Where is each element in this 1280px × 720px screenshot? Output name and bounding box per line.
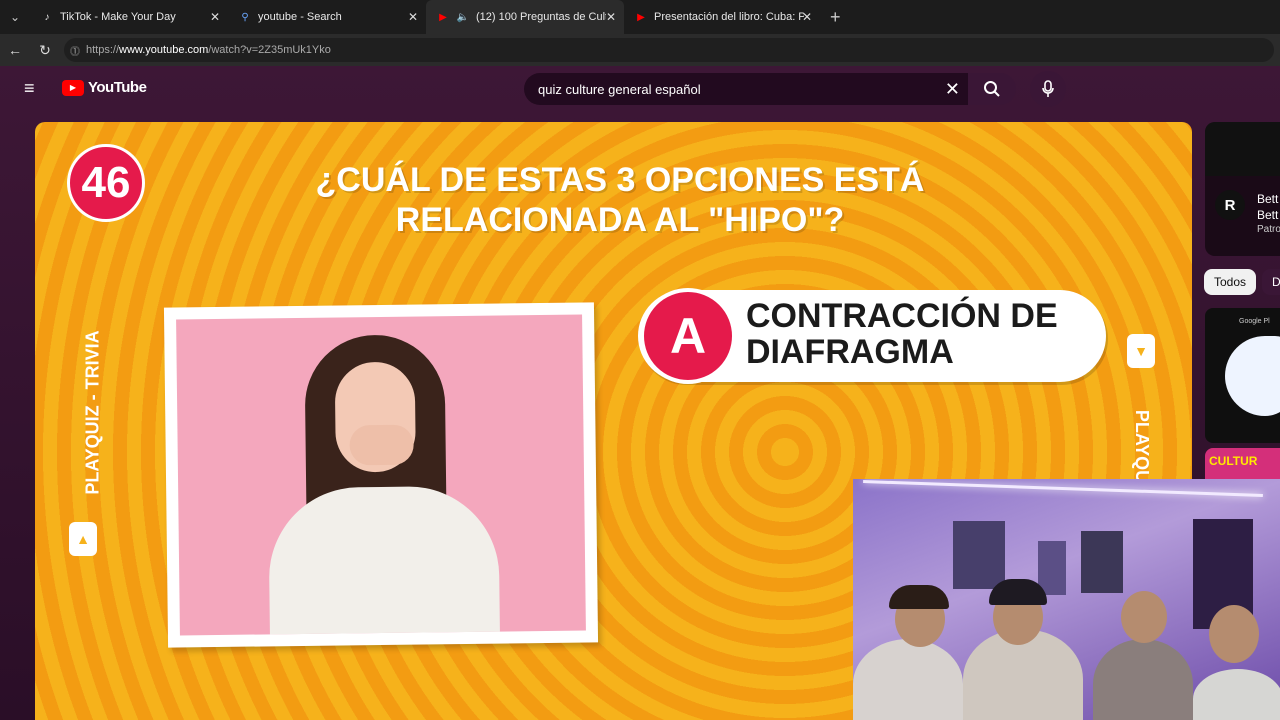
tab-title: youtube - Search <box>258 11 342 23</box>
search-icon <box>984 81 1000 97</box>
person-body <box>1093 639 1193 720</box>
site-info-icon[interactable]: ⓵ <box>70 43 86 58</box>
ad-title: Bett <box>1257 192 1279 206</box>
ad-avatar: R <box>1215 190 1245 220</box>
tab-title: (12) 100 Preguntas de Cultura <box>476 11 606 23</box>
photo-hand <box>349 424 414 466</box>
sponsored-card[interactable]: R Bett Bett Patro <box>1205 122 1280 256</box>
tab-youtube-search[interactable]: ⚲ youtube - Search ✕ <box>228 0 426 34</box>
tiktok-icon: ♪ <box>44 11 50 23</box>
ad-thumbnail <box>1205 122 1280 176</box>
answer-letter-badge: A <box>640 288 736 384</box>
search-button[interactable] <box>968 73 1016 105</box>
hiccup-woman-photo <box>176 314 586 636</box>
recommended-video-thumbnail[interactable]: Google Pl <box>1205 308 1280 443</box>
close-icon[interactable]: ✕ <box>408 10 418 24</box>
webcam-overlay <box>853 479 1280 720</box>
youtube-logo[interactable]: ▶ YouTube <box>62 79 147 96</box>
arrow-up-icon: ▲ <box>69 522 97 556</box>
side-label-left: PLAYQUIZ - TRIVIA ▲ <box>69 330 103 556</box>
voice-search-button[interactable] <box>1030 71 1066 107</box>
photo-sweater <box>268 485 501 636</box>
close-icon[interactable]: ✕ <box>210 10 220 24</box>
side-label-left-text: PLAYQUIZ - TRIVIA <box>82 330 103 495</box>
wall-poster <box>1081 531 1123 593</box>
close-icon[interactable]: ✕ <box>802 10 812 24</box>
person-body <box>1193 669 1280 720</box>
chip-todos[interactable]: Todos <box>1204 269 1257 295</box>
tab-tiktok[interactable]: ♪ TikTok - Make Your Day ✕ <box>30 0 228 34</box>
question-photo-frame <box>163 302 599 648</box>
new-tab-button[interactable]: + <box>830 7 841 28</box>
youtube-icon: ▶ <box>439 11 447 23</box>
youtube-header: ≡ ▶ YouTube quiz culture general español… <box>0 66 1280 112</box>
url-path: /watch?v=2Z35mUk1Yko <box>208 44 331 56</box>
url-field[interactable]: ⓵ https://www.youtube.com/watch?v=2Z35mU… <box>64 38 1274 62</box>
microphone-icon <box>1042 80 1054 97</box>
answer-option-a: A CONTRACCIÓN DE DIAFRAGMA <box>638 288 1106 384</box>
search-input[interactable]: quiz culture general español ✕ <box>524 73 968 105</box>
thumbnail-title: CULTUR <box>1209 454 1258 468</box>
tab-title: TikTok - Make Your Day <box>60 11 176 23</box>
reload-icon[interactable]: ↻ <box>30 34 60 66</box>
ad-subtitle: Bett <box>1257 208 1279 222</box>
tab-presentacion[interactable]: ▶ Presentación del libro: Cuba: Perfil ✕ <box>624 0 820 34</box>
arrow-down-icon: ▼ <box>1127 334 1155 368</box>
thumbnail-character <box>1225 336 1280 416</box>
search-icon: ⚲ <box>241 11 249 23</box>
person-head <box>1121 591 1167 643</box>
person-head <box>1209 605 1259 663</box>
google-play-label: Google Pl <box>1239 318 1270 325</box>
tab-title: Presentación del libro: Cuba: Perfil <box>654 11 804 23</box>
answer-text: CONTRACCIÓN DE DIAFRAGMA <box>746 297 1058 371</box>
youtube-page: ≡ ▶ YouTube quiz culture general español… <box>0 66 1280 720</box>
youtube-play-icon: ▶ <box>62 79 84 96</box>
wall-poster <box>953 521 1005 589</box>
person-body <box>853 639 963 720</box>
logo-text: YouTube <box>88 79 147 96</box>
person-hair <box>889 585 949 609</box>
youtube-icon: ▶ <box>637 11 645 23</box>
ad-sponsor: Patro <box>1257 224 1280 235</box>
quiz-question: ¿CUÁL DE ESTAS 3 OPCIONES ESTÁ RELACIONA… <box>315 161 925 239</box>
search-value: quiz culture general español <box>538 81 701 97</box>
tab-list-dropdown[interactable]: ⌄ <box>0 0 30 34</box>
close-icon[interactable]: ✕ <box>606 10 616 24</box>
back-icon[interactable]: ← <box>0 34 30 66</box>
led-strip <box>863 480 1263 497</box>
menu-icon[interactable]: ≡ <box>24 79 42 97</box>
tab-active-video[interactable]: ▶ 🔈 (12) 100 Preguntas de Cultura ✕ <box>426 0 624 34</box>
url-host: www.youtube.com <box>119 44 209 56</box>
address-bar: ← ↻ ⓵ https://www.youtube.com/watch?v=2Z… <box>0 34 1280 66</box>
browser-tab-bar: ⌄ ♪ TikTok - Make Your Day ✕ ⚲ youtube -… <box>0 0 1280 34</box>
url-prefix: https:// <box>86 44 120 56</box>
speaker-icon[interactable]: 🔈 <box>456 10 470 24</box>
chip-d[interactable]: D <box>1262 269 1280 295</box>
clear-search-icon[interactable]: ✕ <box>945 79 960 100</box>
question-number-badge: 46 <box>67 144 145 222</box>
